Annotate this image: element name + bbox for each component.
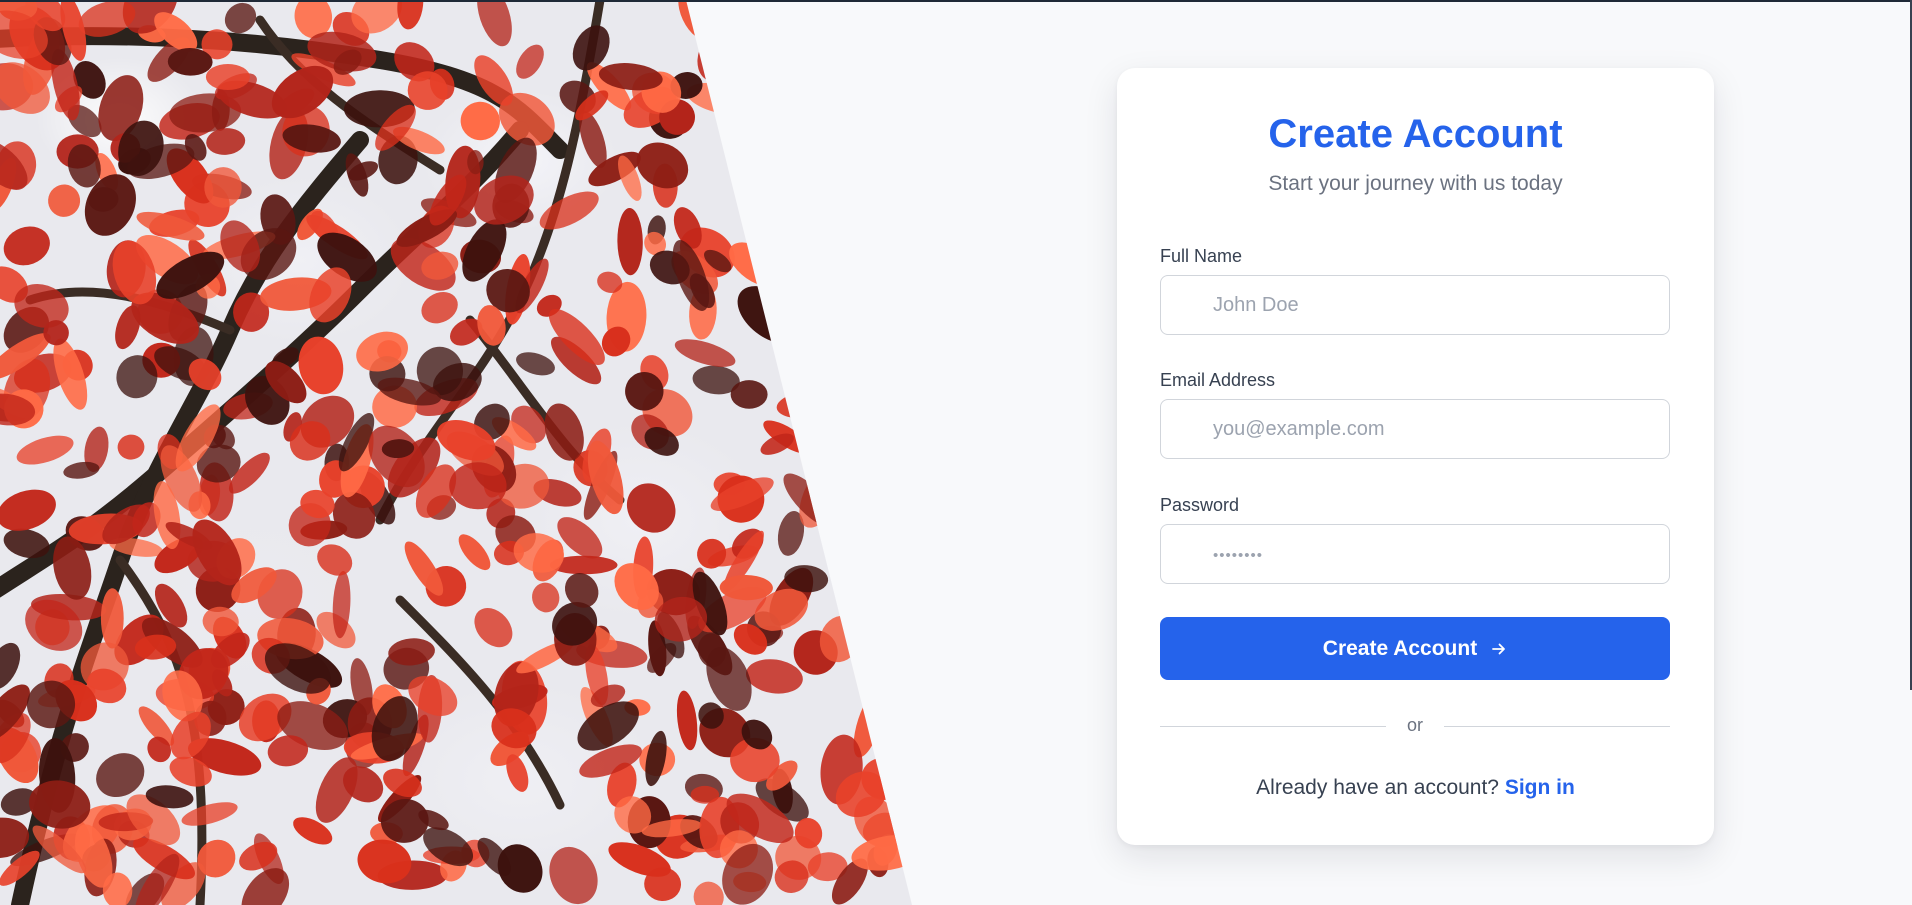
leaf bbox=[477, 0, 512, 47]
password-label: Password bbox=[1160, 495, 1240, 515]
create-account-button-label: Create Account bbox=[1322, 636, 1478, 660]
leaf bbox=[626, 483, 676, 533]
leaf bbox=[831, 195, 877, 222]
leaf bbox=[780, 175, 819, 209]
leaf bbox=[733, 144, 768, 185]
full-name-input[interactable] bbox=[1213, 276, 1653, 334]
leaf bbox=[0, 489, 56, 531]
leaf bbox=[756, 89, 790, 136]
hero-image bbox=[0, 0, 912, 905]
leaf bbox=[3, 226, 50, 266]
arrow-right-icon bbox=[1491, 641, 1507, 657]
leaf bbox=[837, 342, 880, 388]
leaf bbox=[48, 184, 81, 217]
leaf bbox=[117, 434, 145, 460]
leaf bbox=[747, 127, 779, 174]
email-input[interactable] bbox=[1213, 400, 1653, 458]
leaf bbox=[840, 0, 870, 21]
leaf bbox=[850, 139, 892, 185]
leaf bbox=[783, 211, 853, 249]
leaf bbox=[397, 0, 424, 30]
leaf bbox=[737, 286, 802, 344]
password-input[interactable] bbox=[1213, 525, 1653, 583]
leaf bbox=[865, 0, 912, 38]
leaf bbox=[802, 0, 843, 36]
leaf bbox=[865, 583, 899, 650]
leaf bbox=[516, 352, 555, 376]
divider-line-left bbox=[1160, 726, 1386, 727]
leaf bbox=[853, 281, 912, 321]
leaf bbox=[766, 81, 826, 127]
leaf bbox=[769, 117, 826, 174]
leaf bbox=[458, 534, 491, 571]
leaf bbox=[874, 115, 912, 153]
leaf bbox=[780, 23, 822, 68]
leaf bbox=[770, 140, 803, 197]
page-subtitle: Start your journey with us today bbox=[1268, 172, 1563, 195]
signin-link[interactable]: Sign in bbox=[1505, 776, 1575, 799]
password-field[interactable] bbox=[1160, 524, 1670, 584]
leaf bbox=[821, 17, 848, 74]
leaf bbox=[827, 125, 867, 148]
leaf bbox=[776, 389, 843, 419]
full-name-field[interactable] bbox=[1160, 275, 1670, 335]
signup-card: Create Account Start your journey with u… bbox=[1117, 68, 1714, 845]
leaf bbox=[852, 0, 886, 30]
leaf bbox=[100, 588, 124, 649]
leaf bbox=[718, 86, 752, 115]
create-account-button[interactable]: Create Account bbox=[1160, 617, 1670, 680]
signin-row: Already have an account? Sign in bbox=[1117, 776, 1714, 800]
leaf bbox=[852, 289, 893, 331]
leaf bbox=[855, 511, 901, 552]
leaf bbox=[859, 381, 892, 419]
leaf bbox=[474, 607, 513, 648]
leaf bbox=[842, 213, 901, 238]
leaf bbox=[812, 212, 880, 258]
email-label: Email Address bbox=[1160, 370, 1276, 390]
leaf bbox=[851, 534, 892, 584]
leaf bbox=[617, 208, 643, 276]
divider-line-right bbox=[1444, 726, 1670, 727]
leaf bbox=[818, 116, 879, 147]
signin-prompt: Already have an account? bbox=[1256, 776, 1499, 799]
window-top-border bbox=[0, 0, 1912, 2]
leaf bbox=[814, 331, 862, 360]
leaf bbox=[832, 342, 868, 375]
leaf bbox=[781, 215, 814, 249]
divider-text: or bbox=[1406, 715, 1423, 735]
leaf bbox=[205, 64, 250, 90]
leaf bbox=[16, 435, 74, 465]
leaf bbox=[697, 538, 727, 569]
leaf bbox=[730, 380, 768, 409]
leaf bbox=[861, 473, 890, 532]
leaf bbox=[678, 0, 717, 41]
leaf bbox=[867, 398, 899, 438]
leaf bbox=[516, 44, 544, 79]
leaf bbox=[690, 785, 720, 804]
leaf bbox=[772, 182, 801, 222]
leaf bbox=[838, 174, 895, 232]
full-name-label: Full Name bbox=[1160, 246, 1243, 266]
leaf bbox=[778, 256, 831, 297]
leaf bbox=[532, 582, 560, 613]
leaf bbox=[860, 130, 901, 191]
leaf bbox=[421, 292, 458, 324]
leaf bbox=[549, 846, 598, 905]
leaves-illustration bbox=[0, 0, 912, 905]
leaf bbox=[317, 544, 353, 576]
leaf bbox=[868, 689, 912, 736]
leaf bbox=[676, 690, 698, 751]
email-field[interactable] bbox=[1160, 399, 1670, 459]
page-title: Create Account bbox=[1268, 112, 1563, 156]
